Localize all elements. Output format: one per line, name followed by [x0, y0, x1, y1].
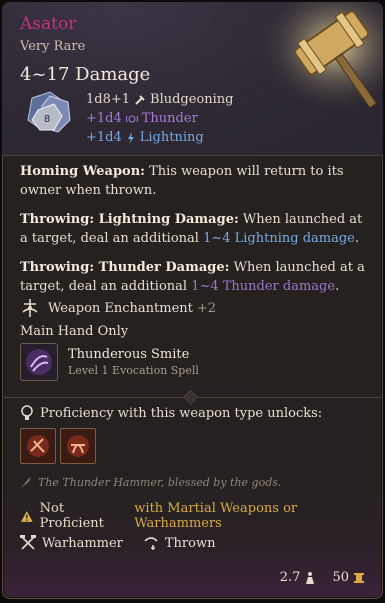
gold-icon	[354, 572, 364, 583]
thunder-damage-type: Thunder	[141, 111, 198, 126]
enchantment-icon	[22, 299, 38, 317]
warhammer-item-image	[257, 2, 383, 115]
thunder-damage-line: +1d4 Thunder	[86, 109, 234, 128]
lightning-damage-type: Lightning	[139, 130, 204, 145]
proficiency-unlocks: Proficiency with this weapon type unlock…	[20, 405, 322, 421]
lightning-damage-line: +1d4 Lightning	[86, 128, 234, 147]
not-proficient-label: Not Proficient	[39, 501, 104, 531]
crossed-hammers-icon	[20, 535, 36, 550]
base-damage-dice: 1d8+1	[86, 92, 131, 107]
throwing-thunder-passive: Throwing: Thunder Damage: When launched …	[20, 260, 365, 294]
property-thrown[interactable]: Thrown	[143, 535, 216, 551]
thunder-damage-dice: +1d4	[86, 111, 122, 126]
throwing-lightning-passive: Throwing: Lightning Damage: When launche…	[20, 212, 363, 246]
thunder-damage-link[interactable]: 1~4 Thunder damage	[191, 279, 335, 294]
main-hand-only: Main Hand Only	[20, 324, 129, 339]
die-value: 8	[44, 114, 50, 125]
thrown-icon	[144, 537, 158, 550]
unlock-list	[20, 428, 96, 464]
weapon-enchantment[interactable]: Weapon Enchantment +2	[20, 298, 216, 318]
property-thrown-label: Thrown	[164, 535, 216, 551]
weapon-properties: Warhammer Thrown	[20, 535, 215, 551]
property-warhammer[interactable]: Warhammer	[20, 535, 123, 551]
item-tooltip: Asator Very Rare 4~17 Damage 8 1d8+1 Blu…	[2, 2, 383, 599]
bludgeoning-icon	[135, 94, 145, 105]
spell-name: Thunderous Smite	[68, 347, 190, 362]
gold-value: 50	[332, 570, 349, 585]
item-footer: 2.7 50	[280, 570, 365, 585]
homing-weapon-passive: Homing Weapon: This weapon will return t…	[20, 164, 344, 198]
weapon-action-1-icon[interactable]	[20, 428, 56, 464]
lightning-icon	[127, 131, 134, 144]
spell-level: Level 1 Evocation Spell	[68, 364, 199, 377]
tooltip-header: Asator Very Rare 4~17 Damage 8 1d8+1 Blu…	[2, 2, 383, 155]
quill-icon	[21, 477, 31, 488]
divider-notch	[182, 389, 199, 406]
damage-breakdown: 1d8+1 Bludgeoning +1d4 Thunder +1d4 Ligh…	[86, 90, 234, 147]
spell-entry[interactable]: Thunderous Smite Level 1 Evocation Spell	[20, 343, 199, 381]
weight-icon	[306, 571, 315, 584]
not-proficient-warning: Not Proficient with Martial Weapons or W…	[20, 501, 383, 531]
base-damage-type: Bludgeoning	[150, 92, 234, 107]
item-name: Asator	[20, 14, 77, 34]
item-value: 50	[332, 570, 365, 585]
item-rarity: Very Rare	[20, 39, 86, 54]
thunder-icon	[125, 115, 138, 122]
proficiency-label: Proficiency with this weapon type unlock…	[40, 405, 323, 421]
warning-icon	[20, 510, 33, 522]
header-divider	[2, 155, 383, 156]
damage-summary: 4~17 Damage	[20, 64, 151, 85]
lightning-damage-dice: +1d4	[86, 130, 122, 145]
thunderous-smite-icon	[20, 343, 58, 381]
item-weight: 2.7	[280, 570, 317, 585]
property-warhammer-label: Warhammer	[42, 535, 123, 551]
base-damage-line: 1d8+1 Bludgeoning	[86, 90, 234, 109]
item-description: Homing Weapon: This weapon will return t…	[20, 162, 370, 306]
not-proficient-detail: with Martial Weapons or Warhammers	[134, 501, 298, 531]
weight-value: 2.7	[279, 570, 301, 585]
enchantment-label: Weapon Enchantment	[48, 300, 193, 316]
flavor-text: The Thunder Hammer, blessed by the gods.	[20, 475, 281, 489]
weapon-action-2-icon[interactable]	[60, 428, 96, 464]
lightbulb-icon	[21, 405, 33, 420]
enchantment-value: +2	[196, 300, 217, 316]
lightning-damage-link[interactable]: 1~4 Lightning damage	[203, 231, 355, 246]
flavor-quote: The Thunder Hammer, blessed by the gods.	[38, 475, 282, 489]
damage-die-icon: 8	[27, 91, 71, 133]
